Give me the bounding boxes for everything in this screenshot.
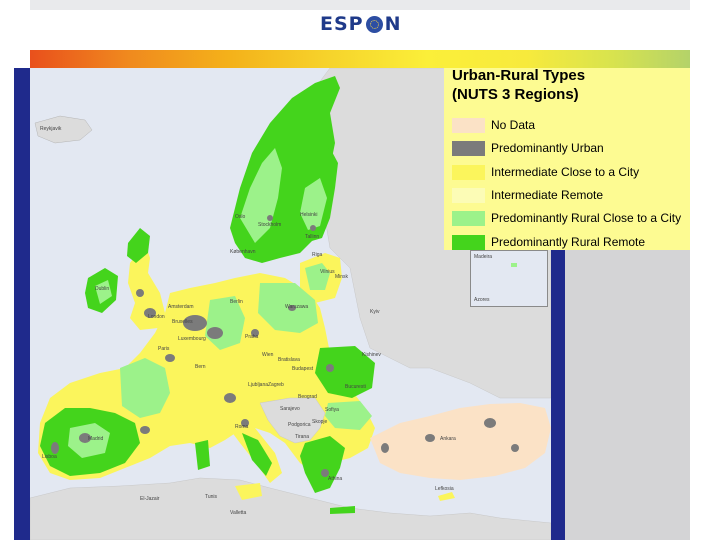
city-beograd: Beograd bbox=[298, 394, 317, 400]
legend-item: Predominantly Urban bbox=[452, 139, 604, 157]
legend-swatch-rural-close bbox=[452, 210, 485, 226]
city-roma: Roma bbox=[235, 424, 249, 430]
city-stockholm: Stockholm bbox=[258, 222, 281, 228]
city-sarajevo: Sarajevo bbox=[280, 406, 300, 412]
right-frame-bar bbox=[551, 248, 565, 540]
city-athina: Athina bbox=[328, 476, 342, 482]
city-tunis: Tunis bbox=[205, 494, 218, 500]
right-gray-panel bbox=[565, 250, 690, 540]
city-valletta: Valletta bbox=[230, 510, 247, 516]
logo-stars-icon bbox=[365, 15, 383, 33]
city-praha: Praha bbox=[245, 334, 259, 340]
city-tirana: Tirana bbox=[295, 434, 309, 440]
city-riga: Riga bbox=[312, 252, 323, 258]
legend-swatch-no-data bbox=[452, 117, 485, 133]
inset-label-azores: Azores bbox=[474, 297, 490, 303]
city-helsinki: Helsinki bbox=[300, 212, 318, 218]
header-band bbox=[30, 0, 692, 10]
city-luxembourg: Luxembourg bbox=[178, 336, 206, 342]
city-berlin: Berlin bbox=[230, 299, 243, 305]
city-sofiya: Sofiya bbox=[325, 407, 339, 413]
city-amsterdam: Amsterdam bbox=[168, 304, 194, 310]
city-madrid: Madrid bbox=[88, 436, 104, 442]
logo-text-left: ESP bbox=[320, 13, 364, 35]
legend-title-line2: (NUTS 3 Regions) bbox=[452, 86, 579, 103]
city-lisboa: Lisboa bbox=[42, 454, 57, 460]
city-podgorica: Podgorica bbox=[288, 422, 311, 428]
city-dublin: Dublin bbox=[95, 286, 109, 292]
legend-item: Intermediate Close to a City bbox=[452, 163, 639, 181]
legend-item: Predominantly Rural Remote bbox=[452, 233, 645, 251]
inset-map: Madeira Azores bbox=[470, 250, 548, 307]
legend-item: No Data bbox=[452, 116, 535, 134]
legend-label: Predominantly Rural Remote bbox=[491, 235, 646, 249]
city-vilnius: Vilnius bbox=[320, 269, 335, 275]
city-wien: Wien bbox=[262, 352, 274, 358]
city-bucuresti: Bucuresti bbox=[345, 384, 366, 390]
inset-label-madeira: Madeira bbox=[474, 254, 493, 260]
city-reykjavik: Reykjavik bbox=[40, 126, 62, 132]
city-skopje: Skopje bbox=[312, 419, 328, 425]
right-margin bbox=[690, 0, 720, 540]
inset-island bbox=[511, 263, 517, 267]
city-el-jazair: El-Jazair bbox=[140, 496, 160, 502]
legend-item: Predominantly Rural Close to a City bbox=[452, 209, 681, 227]
city-ankara: Ankara bbox=[440, 436, 456, 442]
legend-label: Intermediate Remote bbox=[491, 188, 604, 202]
legend-label: No Data bbox=[491, 118, 536, 132]
city-budapest: Budapest bbox=[292, 366, 314, 372]
city-oslo: Oslo bbox=[235, 214, 246, 220]
city-bruxelles: Bruxelles bbox=[172, 319, 193, 325]
logo-text-right: N bbox=[384, 13, 402, 35]
city-paris: Paris bbox=[158, 346, 170, 352]
city-kishinev: Kishinev bbox=[362, 352, 381, 358]
city-zagreb: Zagreb bbox=[268, 382, 284, 388]
city-kobenhavn: København bbox=[230, 249, 256, 255]
legend-swatch-urban bbox=[452, 140, 485, 156]
city-minsk: Minsk bbox=[335, 274, 349, 280]
city-london: London bbox=[148, 314, 165, 320]
city-kyiv: Kyiv bbox=[370, 309, 380, 315]
legend-label: Intermediate Close to a City bbox=[491, 165, 640, 179]
city-lefkosia: Lefkosia bbox=[435, 486, 454, 492]
legend-item: Intermediate Remote bbox=[452, 186, 603, 204]
city-ljubljana: Ljubljana bbox=[248, 382, 268, 388]
city-bern: Bern bbox=[195, 364, 206, 370]
legend-swatch-intermediate-close bbox=[452, 164, 485, 180]
legend-swatch-intermediate-remote bbox=[452, 187, 485, 203]
legend-swatch-rural-remote bbox=[452, 234, 485, 250]
city-tallinn: Tallinn bbox=[305, 234, 319, 240]
city-warszawa: Warszawa bbox=[285, 304, 308, 310]
legend-label: Predominantly Urban bbox=[491, 141, 604, 155]
espon-logo: ESP N bbox=[320, 12, 402, 36]
legend-title: Urban-Rural Types (NUTS 3 Regions) bbox=[452, 66, 682, 104]
legend-title-line1: Urban-Rural Types bbox=[452, 67, 586, 84]
city-bratislava: Bratislava bbox=[278, 357, 300, 363]
legend-label: Predominantly Rural Close to a City bbox=[491, 211, 682, 225]
left-frame-bar bbox=[14, 68, 30, 540]
